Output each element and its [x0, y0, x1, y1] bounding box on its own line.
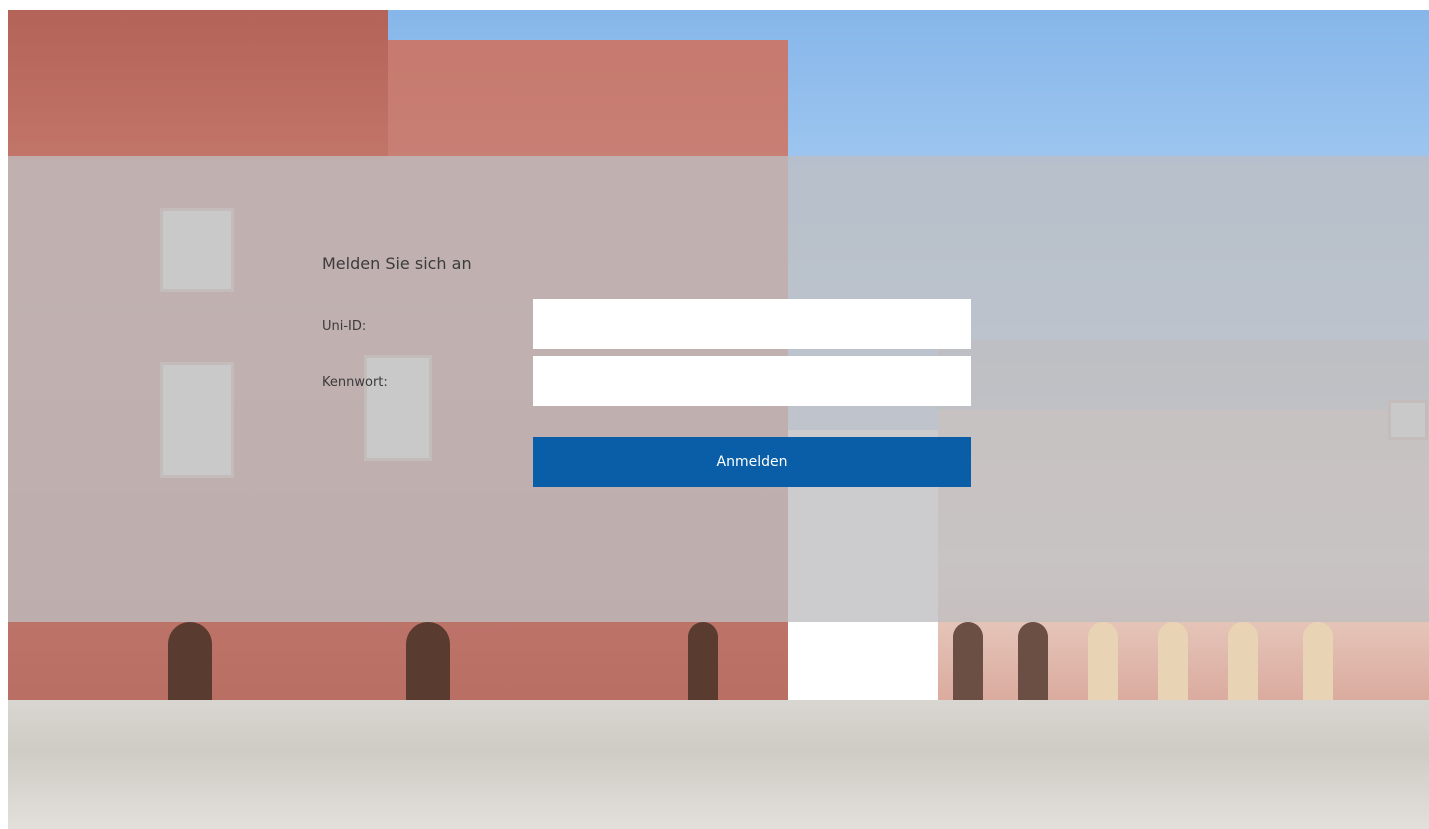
background-palace-roof: [8, 10, 388, 160]
background-arch: [1303, 622, 1333, 712]
background-arch: [1228, 622, 1258, 712]
login-heading: Melden Sie sich an: [322, 254, 472, 273]
background-arch: [953, 622, 983, 712]
uid-label: Uni-ID:: [322, 319, 367, 334]
login-page: Melden Sie sich an Uni-ID: Kennwort: Anm…: [8, 10, 1429, 829]
password-label: Kennwort:: [322, 375, 388, 390]
background-arch: [1158, 622, 1188, 712]
login-button[interactable]: Anmelden: [533, 437, 971, 487]
background-door: [688, 622, 718, 712]
background-door: [406, 622, 450, 712]
background-courtyard: [8, 700, 1429, 829]
password-input[interactable]: [533, 356, 971, 406]
background-door: [168, 622, 212, 712]
background-arch: [1018, 622, 1048, 712]
background-arch: [1088, 622, 1118, 712]
uid-input[interactable]: [533, 299, 971, 349]
